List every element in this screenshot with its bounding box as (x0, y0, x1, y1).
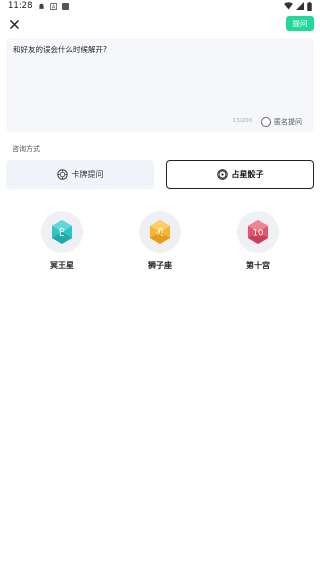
status-time: 11:28 (8, 1, 33, 11)
die-label: 冥王星 (50, 261, 74, 270)
notification-ghost-icon (38, 3, 44, 9)
wifi-icon (284, 2, 293, 10)
signal-icon (296, 2, 304, 10)
tenth-house-die-icon: 10 (248, 220, 268, 244)
tab-astro-dice[interactable]: 占星骰子 (166, 160, 314, 189)
die-glyph: ♌ (155, 226, 165, 239)
ask-button[interactable]: 提问 (286, 16, 314, 31)
close-icon (9, 19, 19, 29)
die-label: 第十宫 (246, 261, 270, 270)
anonymous-radio-icon[interactable] (261, 117, 271, 127)
die-result-leo: ♌ 狮子座 (138, 211, 182, 271)
tab-astro-dice-label: 占星骰子 (231, 170, 264, 179)
notification-square-icon (61, 2, 69, 10)
die-glyph: 10 (253, 229, 264, 239)
battery-icon (307, 1, 312, 11)
anonymous-label: 匿名提问 (274, 118, 302, 126)
die-result-pluto: ♇ 冥王星 (40, 211, 84, 271)
consult-section-label: 咨询方式 (12, 145, 40, 153)
card-icon (56, 169, 68, 180)
header: 提问 (0, 14, 320, 36)
notification-a-icon: A (49, 2, 57, 10)
status-right (284, 1, 312, 11)
anonymous-toggle[interactable]: 匿名提问 (261, 117, 302, 127)
tab-card-question[interactable]: 卡牌提问 (6, 160, 154, 189)
char-count: 13/200 (232, 118, 252, 124)
die-circle: ♇ (41, 211, 83, 253)
die-label: 狮子座 (148, 261, 172, 270)
die-circle: 10 (237, 211, 279, 253)
tab-card-question-label: 卡牌提问 (71, 170, 104, 179)
pluto-die-icon: ♇ (52, 220, 72, 244)
question-text[interactable]: 和好友的误会什么时候解开? (13, 44, 107, 55)
die-glyph: ♇ (57, 226, 67, 239)
die-circle: ♌ (139, 211, 181, 253)
status-left: 11:28 A (8, 1, 69, 11)
status-bar: 11:28 A (0, 0, 320, 12)
astro-dice-icon (216, 169, 228, 180)
question-input-box[interactable]: 和好友的误会什么时候解开? 13/200 匿名提问 (6, 38, 314, 132)
die-result-tenth-house: 10 第十宫 (236, 211, 280, 271)
leo-die-icon: ♌ (150, 220, 170, 244)
close-button[interactable] (7, 17, 21, 31)
